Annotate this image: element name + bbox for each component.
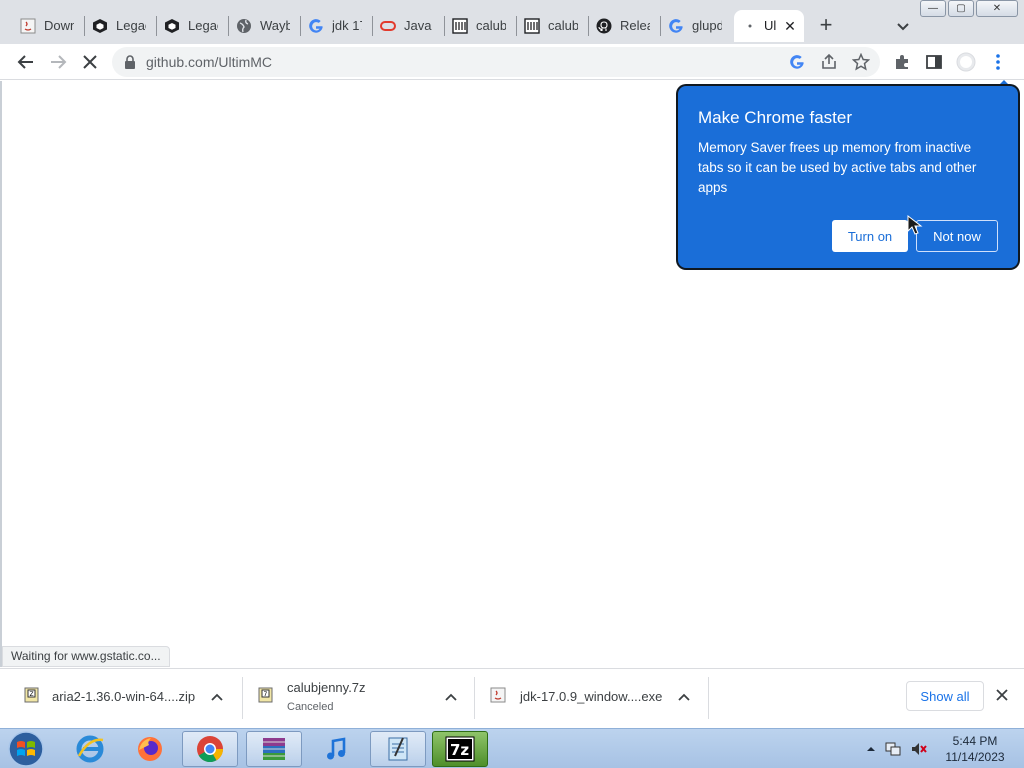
chevron-up-icon[interactable] bbox=[677, 690, 691, 704]
arrow-left-icon bbox=[17, 55, 33, 69]
google-icon bbox=[668, 18, 684, 34]
show-hidden-icons-arrow[interactable] bbox=[866, 744, 876, 754]
itunes-taskbar-icon[interactable] bbox=[308, 731, 364, 767]
tab-label: Relea bbox=[620, 18, 650, 33]
download-filename: aria2-1.36.0-win-64....zip bbox=[52, 689, 196, 704]
puzzle-icon bbox=[896, 55, 908, 69]
url-text: github.com/UltimMC bbox=[146, 54, 273, 70]
cube-icon bbox=[164, 18, 180, 34]
browser-toolbar: github.com/UltimMC bbox=[0, 44, 1024, 80]
close-icon[interactable]: ✕ bbox=[782, 18, 798, 34]
download-item[interactable]: 7 calubjenny.7z Canceled bbox=[242, 669, 474, 727]
browser-window: Down Legac Legac Wayb bbox=[0, 0, 1024, 728]
volume-muted-icon[interactable] bbox=[910, 740, 928, 758]
status-bubble: Waiting for www.gstatic.co... bbox=[2, 646, 170, 667]
globe-icon bbox=[236, 18, 252, 34]
extensions-button[interactable] bbox=[892, 52, 912, 72]
firefox-taskbar-icon[interactable] bbox=[122, 731, 178, 767]
profile-button[interactable] bbox=[956, 52, 976, 72]
google-icon bbox=[308, 18, 324, 34]
7zip-taskbar-icon[interactable]: 7z bbox=[432, 731, 488, 767]
window-controls: — ▢ ✕ bbox=[920, 0, 1024, 18]
close-icon bbox=[83, 55, 97, 69]
popup-body: Memory Saver frees up memory from inacti… bbox=[698, 140, 977, 195]
notepad-taskbar-icon[interactable] bbox=[370, 731, 426, 767]
chevron-up-icon[interactable] bbox=[444, 690, 458, 704]
download-item[interactable]: jdk-17.0.9_window....exe bbox=[474, 669, 708, 727]
tab-label: glupd bbox=[692, 18, 722, 33]
divider bbox=[708, 677, 709, 719]
chrome-taskbar-icon[interactable] bbox=[182, 731, 238, 767]
memory-saver-popup: Make Chrome faster Memory Saver frees up… bbox=[678, 86, 1018, 268]
side-panel-button[interactable] bbox=[924, 52, 944, 72]
winrar-taskbar-icon[interactable] bbox=[246, 731, 302, 767]
tab-active[interactable]: Ul ✕ bbox=[734, 10, 804, 42]
tab-label: Legac bbox=[116, 18, 146, 33]
java-installer-icon bbox=[490, 687, 506, 703]
download-filename: jdk-17.0.9_window....exe bbox=[520, 689, 663, 704]
download-shelf: Z aria2-1.36.0-win-64....zip 7 calubjenn… bbox=[0, 668, 1024, 728]
google-lens-icon[interactable] bbox=[788, 53, 806, 71]
download-item[interactable]: Z aria2-1.36.0-win-64....zip bbox=[0, 669, 242, 727]
tab-search-button[interactable] bbox=[892, 16, 914, 38]
download-status: Canceled bbox=[287, 701, 334, 713]
not-now-button[interactable]: Not now bbox=[916, 220, 998, 252]
svg-text:7z: 7z bbox=[450, 741, 469, 759]
cube-icon bbox=[92, 18, 108, 34]
internet-explorer-taskbar-icon[interactable] bbox=[62, 731, 118, 767]
avatar bbox=[956, 52, 976, 72]
back-button[interactable] bbox=[14, 50, 38, 74]
taskbar-clock[interactable]: 5:44 PM 11/14/2023 bbox=[940, 733, 1010, 765]
zip-file-icon: Z bbox=[24, 687, 39, 703]
popup-title: Make Chrome faster bbox=[698, 108, 852, 127]
tab-label: Down bbox=[44, 18, 74, 33]
chrome-menu-button[interactable] bbox=[988, 52, 1008, 72]
tab-label: Legac bbox=[188, 18, 218, 33]
start-button[interactable] bbox=[6, 730, 46, 768]
tab-label: Java A bbox=[404, 18, 434, 33]
maximize-button[interactable]: ▢ bbox=[948, 0, 974, 17]
network-icon[interactable] bbox=[884, 740, 902, 758]
chevron-up-icon[interactable] bbox=[210, 690, 224, 704]
github-icon bbox=[596, 18, 612, 34]
show-all-button[interactable]: Show all bbox=[906, 681, 984, 711]
forward-button[interactable] bbox=[46, 50, 70, 74]
svg-text:7: 7 bbox=[264, 691, 268, 698]
lock-icon bbox=[124, 55, 136, 69]
tab-10[interactable]: glupd bbox=[648, 10, 732, 42]
7z-file-icon: 7 bbox=[258, 687, 273, 703]
chevron-down-icon bbox=[897, 23, 909, 31]
taskbar: 7z 5:44 PM 11/14/2023 bbox=[0, 728, 1024, 768]
system-tray bbox=[866, 737, 928, 761]
mouse-cursor-icon bbox=[907, 214, 923, 235]
archive-icon bbox=[524, 18, 540, 34]
download-filename: calubjenny.7z bbox=[287, 680, 366, 695]
share-icon[interactable] bbox=[820, 53, 838, 71]
side-panel-icon bbox=[926, 55, 942, 69]
stop-loading-button[interactable] bbox=[78, 50, 102, 74]
tab-label: calub bbox=[548, 18, 578, 33]
window-close-button[interactable]: ✕ bbox=[976, 0, 1018, 17]
loading-icon bbox=[742, 18, 758, 34]
minimize-button[interactable]: — bbox=[920, 0, 946, 17]
tab-label: jdk 17 bbox=[332, 18, 362, 33]
address-bar[interactable]: github.com/UltimMC bbox=[112, 47, 880, 77]
turn-on-button[interactable]: Turn on bbox=[832, 220, 908, 252]
clock-date: 11/14/2023 bbox=[945, 750, 1005, 764]
tab-label: calub bbox=[476, 18, 506, 33]
oracle-icon bbox=[380, 18, 396, 34]
svg-text:Z: Z bbox=[30, 691, 34, 698]
tab-strip: Down Legac Legac Wayb bbox=[0, 0, 1024, 44]
more-vert-icon bbox=[996, 54, 1000, 70]
clock-time: 5:44 PM bbox=[952, 734, 998, 748]
star-icon[interactable] bbox=[852, 53, 870, 71]
arrow-right-icon bbox=[51, 55, 67, 69]
archive-icon bbox=[452, 18, 468, 34]
java-icon bbox=[20, 18, 36, 34]
close-icon[interactable] bbox=[994, 687, 1010, 703]
tab-label: Wayb bbox=[260, 18, 290, 33]
new-tab-button[interactable]: + bbox=[814, 14, 838, 38]
tab-label: Ul bbox=[764, 18, 777, 33]
